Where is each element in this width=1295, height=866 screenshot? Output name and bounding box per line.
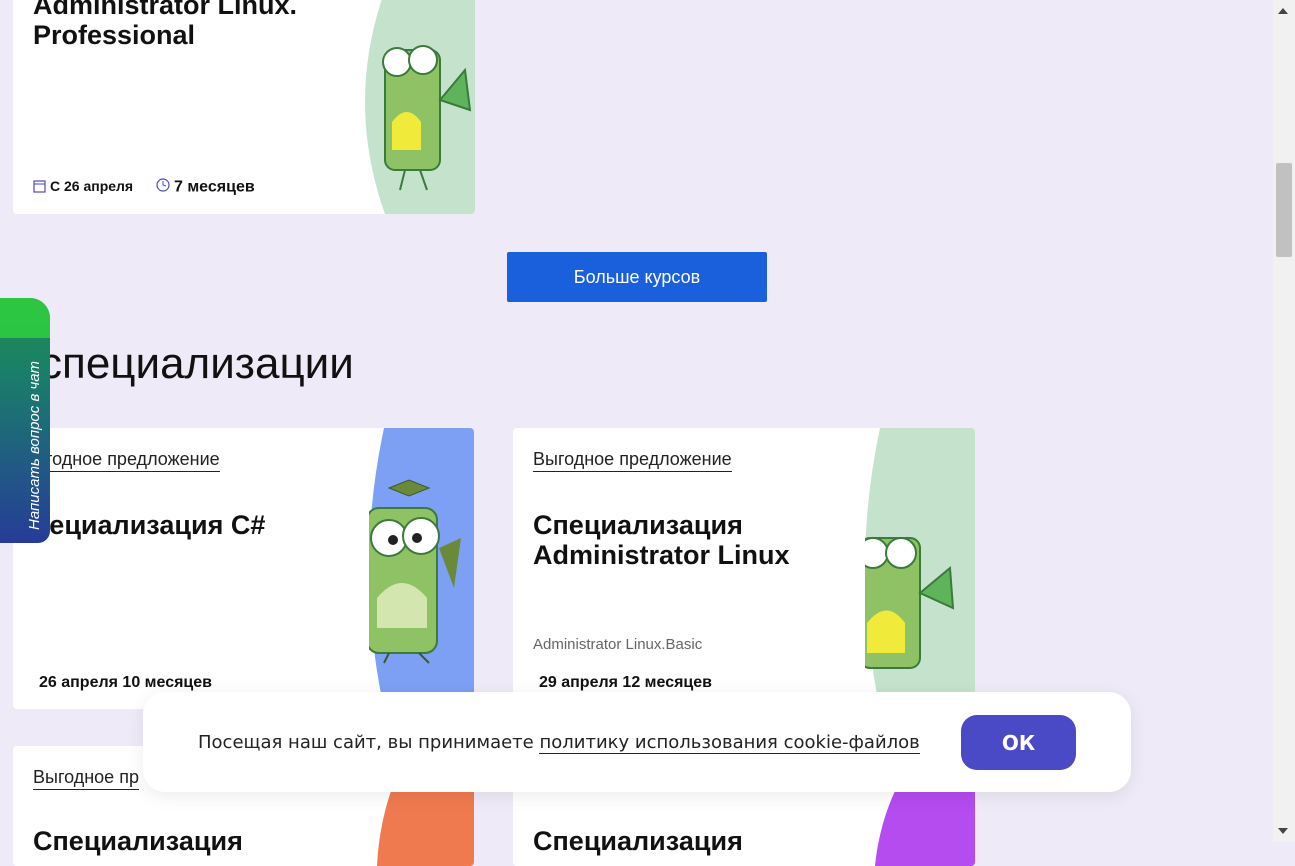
start-date: С 26 апреля xyxy=(33,178,133,196)
card-title: Специализация xyxy=(533,826,743,856)
cookie-banner: Посещая наш сайт, вы принимаете политику… xyxy=(143,692,1131,792)
deal-badge[interactable]: Выгодное пр xyxy=(33,766,139,790)
scroll-down-icon[interactable] xyxy=(1278,828,1288,834)
card-title: Специализация xyxy=(33,826,243,856)
deal-badge[interactable]: Выгодное предложение xyxy=(533,448,732,472)
card-meta: 26 апреля 10 месяцев xyxy=(39,674,212,691)
section-title: специализации xyxy=(40,339,354,388)
card-title: Специализация Administrator Linux xyxy=(533,510,790,570)
scroll-thumb[interactable] xyxy=(1276,163,1292,257)
calendar-icon xyxy=(33,179,46,196)
clock-icon xyxy=(156,178,170,197)
cookie-text: Посещая наш сайт, вы принимаете политику… xyxy=(198,732,920,754)
duration: 7 месяцев xyxy=(156,178,255,197)
course-card-admin-linux[interactable]: Выгодное предложение Специализация Admin… xyxy=(513,428,975,709)
card-meta: 29 апреля 12 месяцев xyxy=(539,674,712,691)
course-card-linux-professional[interactable]: Administrator Linux. Professional С 26 а… xyxy=(13,0,475,214)
more-courses-button[interactable]: Больше курсов xyxy=(507,252,767,302)
card-title: Administrator Linux. Professional xyxy=(33,0,298,50)
course-card-csharp[interactable]: ыгодное предложение пециализация C# 26 а… xyxy=(13,428,474,709)
card-subtitle: Administrator Linux.Basic xyxy=(533,636,703,653)
cookie-policy-link[interactable]: политику использования cookie-файлов xyxy=(539,732,920,754)
card-title: пециализация C# xyxy=(33,510,266,540)
deal-badge[interactable]: ыгодное предложение xyxy=(33,448,220,472)
chat-tab[interactable]: Написать вопрос в чат xyxy=(0,298,50,543)
chat-tab-label: Написать вопрос в чат xyxy=(26,360,43,530)
owl-illustration xyxy=(355,0,475,214)
owl-graduate-illustration xyxy=(369,428,474,709)
scrollbar[interactable] xyxy=(1273,0,1295,842)
owl-illustration xyxy=(865,428,975,709)
scroll-up-icon[interactable] xyxy=(1278,8,1288,14)
cookie-ok-button[interactable]: ОК xyxy=(961,715,1076,770)
